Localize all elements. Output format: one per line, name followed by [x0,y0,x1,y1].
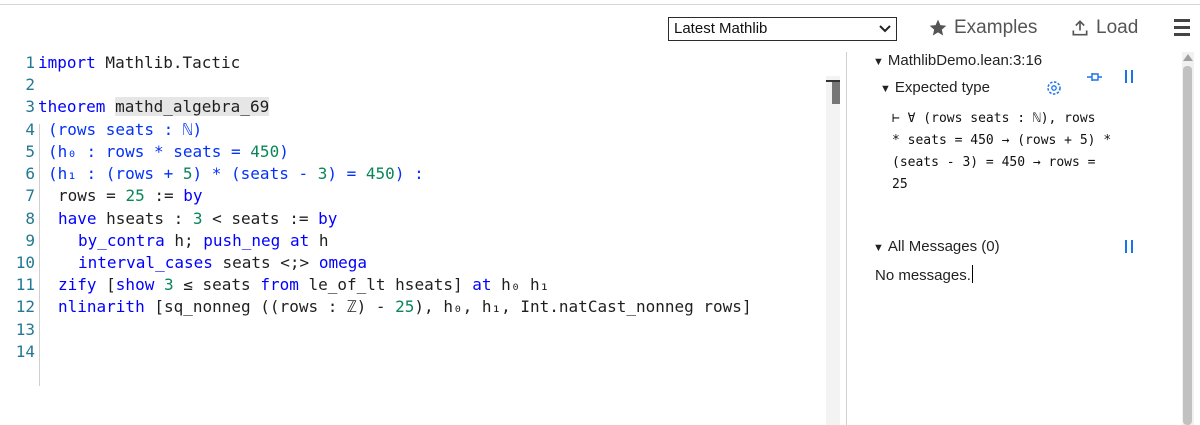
line-number: 9 [25,231,35,250]
code-line-4[interactable]: (rows seats : ℕ) [48,119,202,141]
code-line-9[interactable]: by_contra h; push_neg at h [78,230,328,252]
gear-icon[interactable] [1044,78,1064,98]
indent-guide [39,124,40,386]
file-position-summary[interactable]: ▼ MathlibDemo.lean:3:16 [873,52,1042,69]
line-number: 12 [15,297,35,316]
page-scrollbar-thumb[interactable] [1183,66,1192,425]
line-number: 13 [15,320,35,339]
examples-label: Examples [954,17,1038,38]
line-number: 7 [25,186,35,205]
goal-line: * seats = 450 → (rows + 5) * [892,133,1112,148]
examples-menu[interactable]: Examples [928,14,1037,42]
code-line-3[interactable]: theorem mathd_algebra_69 [38,96,270,118]
page-scrollbar[interactable] [1170,52,1200,425]
pause-icon[interactable] [1122,238,1136,256]
line-number: 3 [25,97,35,116]
line-number: 14 [15,342,35,361]
goal-line: ⊢ ∀ (rows seats : ℕ), rows [892,111,1096,126]
line-number: 5 [25,142,35,161]
top-divider [0,4,1200,5]
triangle-down-icon: ▼ [880,83,891,95]
panel-divider[interactable] [846,52,847,425]
pause-icon[interactable] [1122,68,1136,86]
load-label: Load [1096,17,1139,38]
no-messages-text: No messages. [875,265,973,284]
text-caret [971,265,973,283]
triangle-down-icon: ▼ [873,56,884,68]
line-number: 10 [15,253,35,272]
pin-icon[interactable] [1086,70,1104,84]
scroll-up-arrow-icon[interactable] [1183,54,1193,61]
goal-line: (seats - 3) = 450 → rows = [892,155,1096,170]
goal-display: ⊢ ∀ (rows seats : ℕ), rows * seats = 450 … [892,108,1111,196]
code-line-12[interactable]: nlinarith [sq_nonneg ((rows : ℤ) - 25), … [58,296,752,318]
line-number: 2 [25,75,35,94]
line-number: 1 [25,53,35,72]
expected-type-summary[interactable]: ▼ Expected type [880,79,990,96]
hamburger-menu-icon[interactable] [1174,17,1192,37]
triangle-down-icon: ▼ [873,242,884,254]
code-editor[interactable]: 1 2 3 4 5 6 7 8 9 10 11 12 13 14 import … [0,52,840,425]
line-number: 11 [15,275,35,294]
line-number: 6 [25,164,35,183]
upload-icon [1072,20,1088,36]
code-line-10[interactable]: interval_cases seats <;> omega [78,252,367,274]
line-number: 8 [25,209,35,228]
all-messages-label: All Messages (0) [887,238,1000,255]
star-icon [929,19,947,36]
file-position-label: MathlibDemo.lean:3:16 [887,52,1043,69]
version-select-value: Latest Mathlib [674,20,768,37]
code-line-11[interactable]: zify [show 3 ≤ seats from le_of_lt hseat… [58,274,549,296]
expected-type-label: Expected type [894,79,990,96]
code-line-7[interactable]: rows = 25 := by [58,185,203,207]
chevron-down-icon [879,25,891,33]
version-select[interactable]: Latest Mathlib [668,17,897,41]
code-line-8[interactable]: have hseats : 3 < seats := by [58,208,337,230]
top-toolbar: Latest Mathlib Examples Load [0,0,1200,52]
editor-scrollbar[interactable] [826,76,840,425]
editor-scrollbar-thumb[interactable] [832,82,840,104]
infoview-panel: ▼ MathlibDemo.lean:3:16 ▼ Expected type ⊢ … [848,52,1170,425]
code-line-6[interactable]: (h₁ : (rows + 5) * (seats - 3) = 450) : [48,163,424,185]
all-messages-summary[interactable]: ▼ All Messages (0) [873,238,1000,255]
code-line-1[interactable]: import Mathlib.Tactic [38,52,240,74]
code-line-5[interactable]: (h₀ : rows * seats = 450) [48,141,289,163]
goal-line: 25 [892,177,908,192]
line-number: 4 [25,120,35,139]
load-menu[interactable]: Load [1070,14,1138,42]
